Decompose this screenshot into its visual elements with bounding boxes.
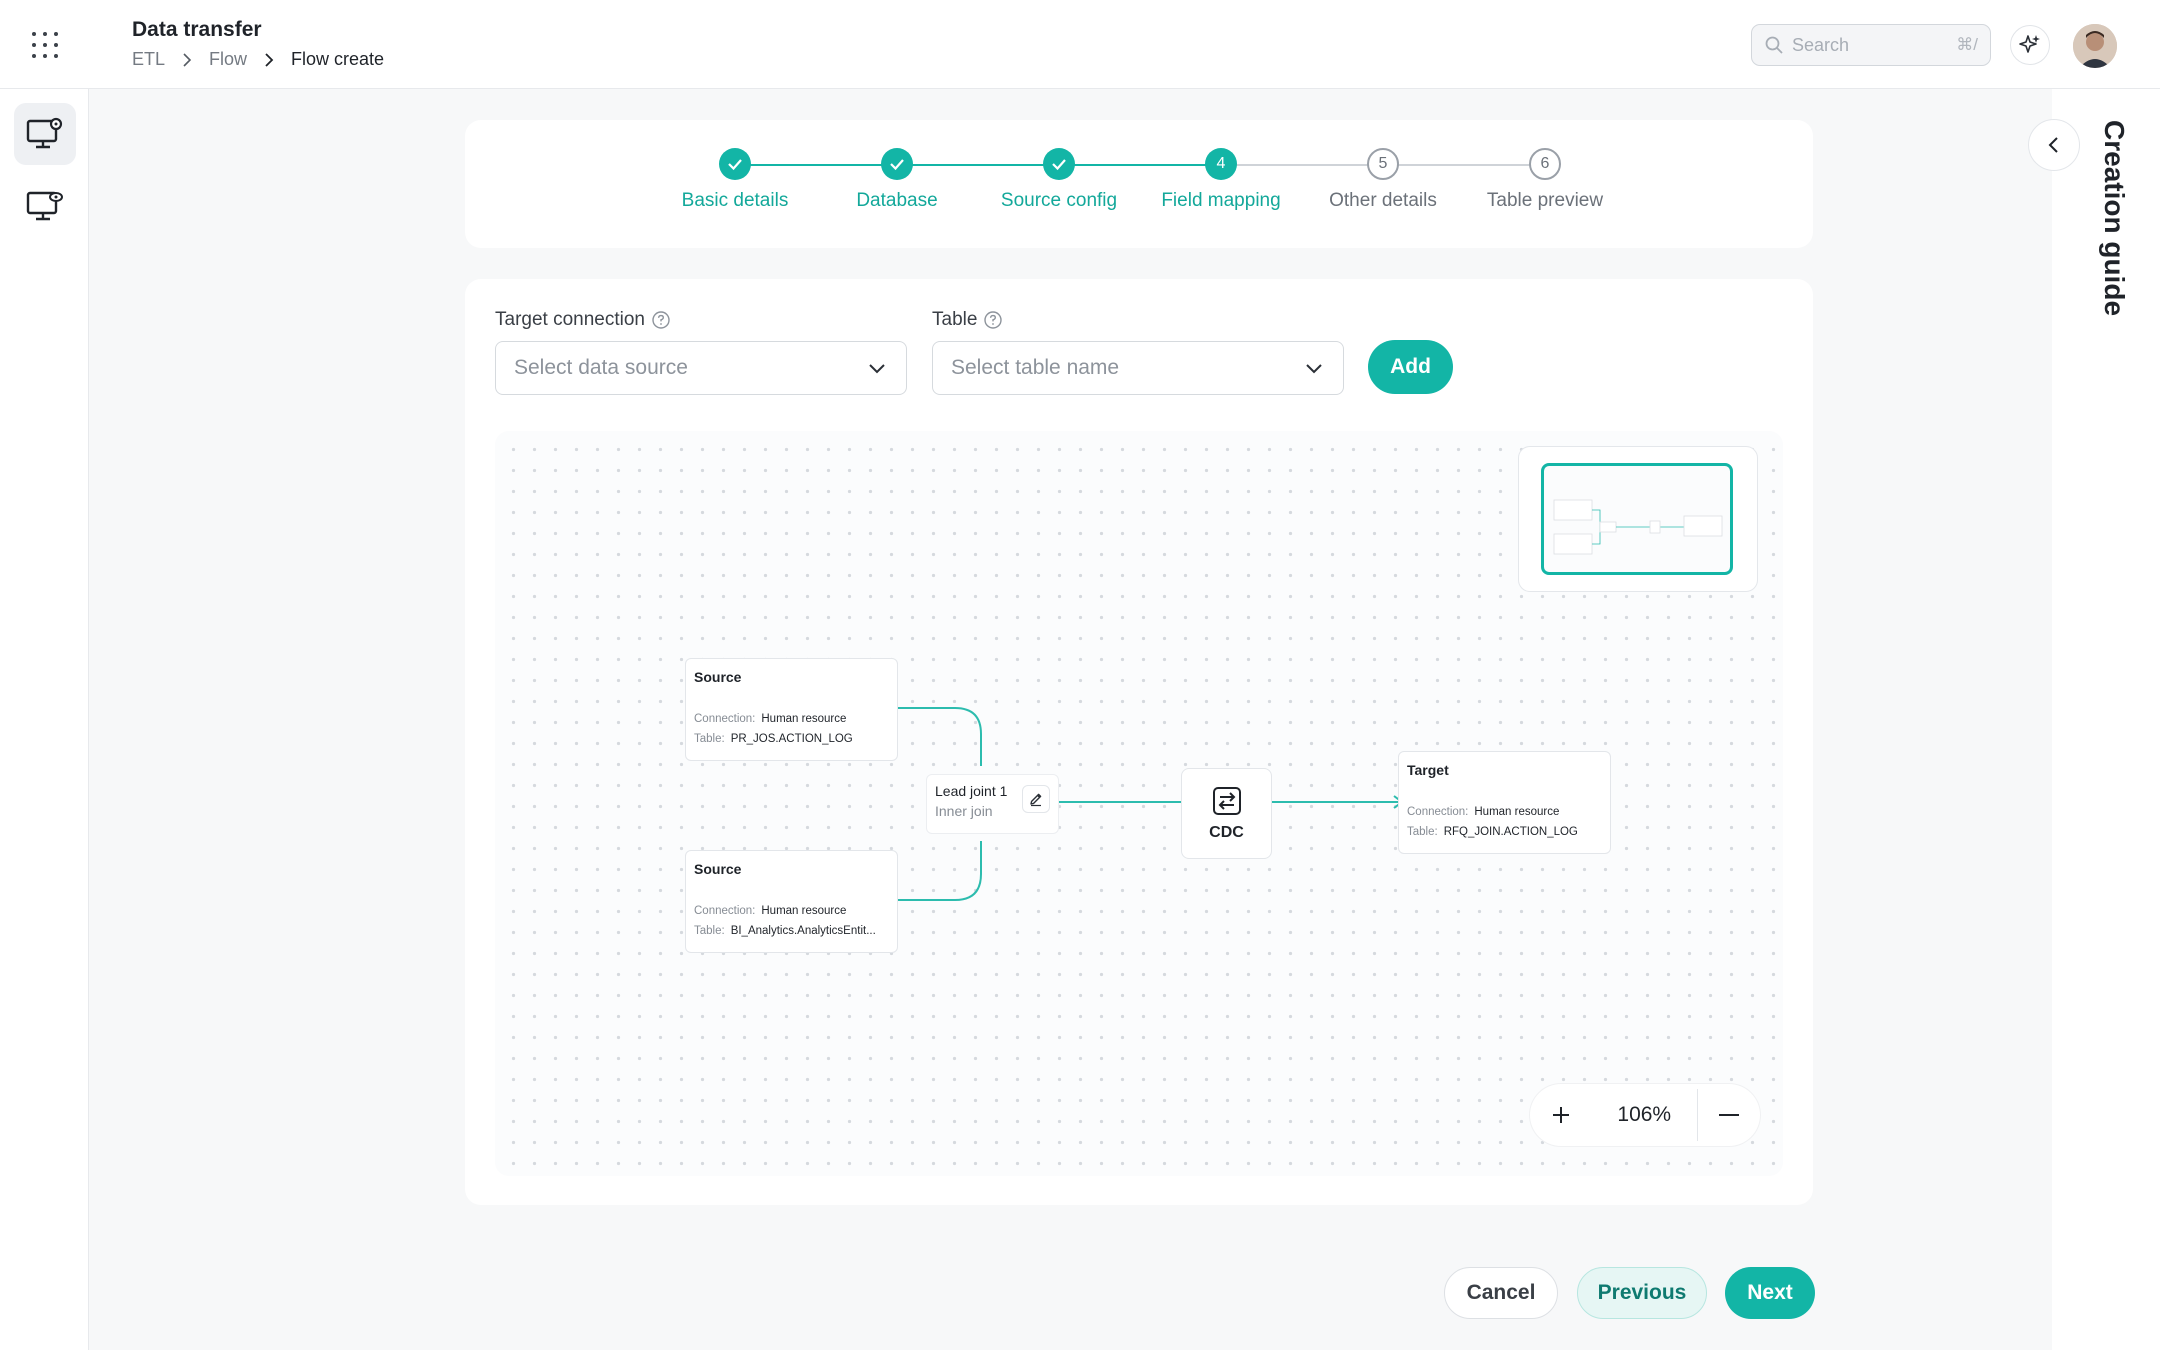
source-connection-row: Connection: Human resource (694, 713, 889, 725)
sparkle-icon (2019, 35, 2040, 53)
edit-join-button[interactable] (1022, 785, 1050, 813)
top-header: Data transfer ETL Flow Flow create Searc… (0, 0, 2160, 89)
source-title: Source (694, 669, 742, 685)
table-value: BI_Analytics.AnalyticsEntit... (730, 925, 876, 937)
left-rail (0, 89, 89, 1350)
breadcrumb-etl[interactable]: ETL (132, 49, 165, 70)
connection-key: Connection: (694, 905, 756, 917)
previous-button[interactable]: Previous (1577, 1267, 1707, 1319)
search-placeholder: Search (1792, 34, 1850, 55)
monitor-gear-icon (26, 117, 63, 149)
connection-value: Human resource (761, 905, 847, 917)
check-icon (881, 148, 913, 180)
breadcrumb-flow-create: Flow create (291, 49, 385, 69)
stepper-card: Basic details Database Source config 4 F… (465, 120, 1813, 248)
rail-item-monitor-view[interactable] (14, 175, 76, 237)
source-table-row: Table: PR_JOS.ACTION_LOG (694, 733, 889, 745)
chevron-down-icon (869, 364, 885, 374)
check-icon (1043, 148, 1075, 180)
zoom-level: 106% (1617, 1103, 1672, 1126)
table-key: Table: (694, 733, 725, 745)
table-value: PR_JOS.ACTION_LOG (730, 733, 853, 745)
stepper: Basic details Database Source config 4 F… (465, 120, 1813, 248)
connection-value: Human resource (1474, 806, 1560, 818)
cancel-button[interactable]: Cancel (1444, 1267, 1558, 1319)
monitor-eye-icon (26, 191, 63, 221)
source-node-1[interactable]: Source Connection: Human resource Table: P… (685, 658, 898, 761)
help-icon[interactable] (983, 310, 1003, 330)
field-mapping-card: Target connection Select data source Tab… (465, 279, 1813, 1205)
table-key: Table: (1407, 826, 1438, 838)
minimap[interactable] (1518, 446, 1758, 592)
minimap-viewport[interactable] (1541, 463, 1733, 575)
cdc-label: CDC (1209, 823, 1244, 841)
app-launcher-icon[interactable] (26, 26, 64, 64)
minimap-preview (1553, 499, 1723, 555)
search-shortcut: ⌘/ (1956, 35, 1978, 54)
check-icon (719, 148, 751, 180)
step-number: 5 (1367, 148, 1399, 180)
minus-icon (1719, 1114, 1739, 1116)
step-table-preview[interactable]: 6 Table preview (1445, 148, 1645, 212)
add-button[interactable]: Add (1368, 340, 1453, 394)
step-number: 4 (1205, 148, 1237, 180)
guide-collapse-button[interactable] (2028, 119, 2080, 171)
swap-arrows-icon (1212, 786, 1241, 815)
source-connection-row: Connection: Human resource (694, 905, 889, 917)
plus-icon (1553, 1107, 1569, 1123)
ai-sparkle-button[interactable] (2010, 25, 2050, 65)
step-number: 6 (1529, 148, 1561, 180)
page-title: Data transfer (132, 18, 262, 41)
target-connection-row: Connection: Human resource (1407, 806, 1602, 818)
flow-canvas[interactable]: Source Connection: Human resource Table: P… (495, 431, 1783, 1176)
chevron-right-icon (265, 52, 274, 67)
target-table-row: Table: RFQ_JOIN.ACTION_LOG (1407, 826, 1602, 838)
breadcrumb-flow[interactable]: Flow (209, 49, 247, 70)
target-connection-label: Target connection (495, 309, 671, 331)
pencil-icon (1030, 793, 1042, 807)
chevron-down-icon (1306, 364, 1322, 374)
source-table-row: Table: BI_Analytics.AnalyticsEntit... (694, 925, 889, 937)
chevron-left-icon (2048, 137, 2058, 153)
source-node-2[interactable]: Source Connection: Human resource Table: B… (685, 850, 898, 953)
table-select[interactable]: Select table name (932, 341, 1344, 395)
target-connection-label-text: Target connection (495, 309, 645, 330)
search-icon (1765, 36, 1783, 54)
step-label: Table preview (1486, 190, 1604, 211)
cdc-node[interactable]: CDC (1181, 768, 1272, 859)
zoom-out-button[interactable] (1698, 1084, 1760, 1146)
table-placeholder: Select table name (951, 356, 1120, 379)
avatar[interactable] (2073, 24, 2117, 68)
target-title: Target (1407, 762, 1449, 778)
connection-key: Connection: (1407, 806, 1469, 818)
source-title: Source (694, 861, 742, 877)
chevron-right-icon (183, 52, 192, 67)
search-input[interactable]: Search ⌘/ (1751, 24, 1991, 66)
creation-guide-title: Creation guide (2099, 120, 2130, 317)
table-label-text: Table (932, 309, 978, 330)
table-label: Table (932, 309, 1003, 331)
target-node[interactable]: Target Connection: Human resource Table: R… (1398, 751, 1611, 854)
next-button[interactable]: Next (1725, 1267, 1815, 1319)
join-node[interactable]: Lead joint 1 Inner join (926, 774, 1059, 834)
target-connection-select[interactable]: Select data source (495, 341, 907, 395)
breadcrumb: ETL Flow Flow create (132, 49, 384, 70)
connection-value: Human resource (761, 713, 847, 725)
zoom-in-button[interactable] (1530, 1084, 1592, 1146)
connection-key: Connection: (694, 713, 756, 725)
target-connection-placeholder: Select data source (514, 356, 688, 379)
zoom-control: 106% (1530, 1084, 1760, 1146)
help-icon[interactable] (651, 310, 671, 330)
rail-item-monitor-settings[interactable] (14, 103, 76, 165)
table-key: Table: (694, 925, 725, 937)
table-value: RFQ_JOIN.ACTION_LOG (1443, 826, 1578, 838)
user-avatar-icon (2073, 24, 2117, 68)
